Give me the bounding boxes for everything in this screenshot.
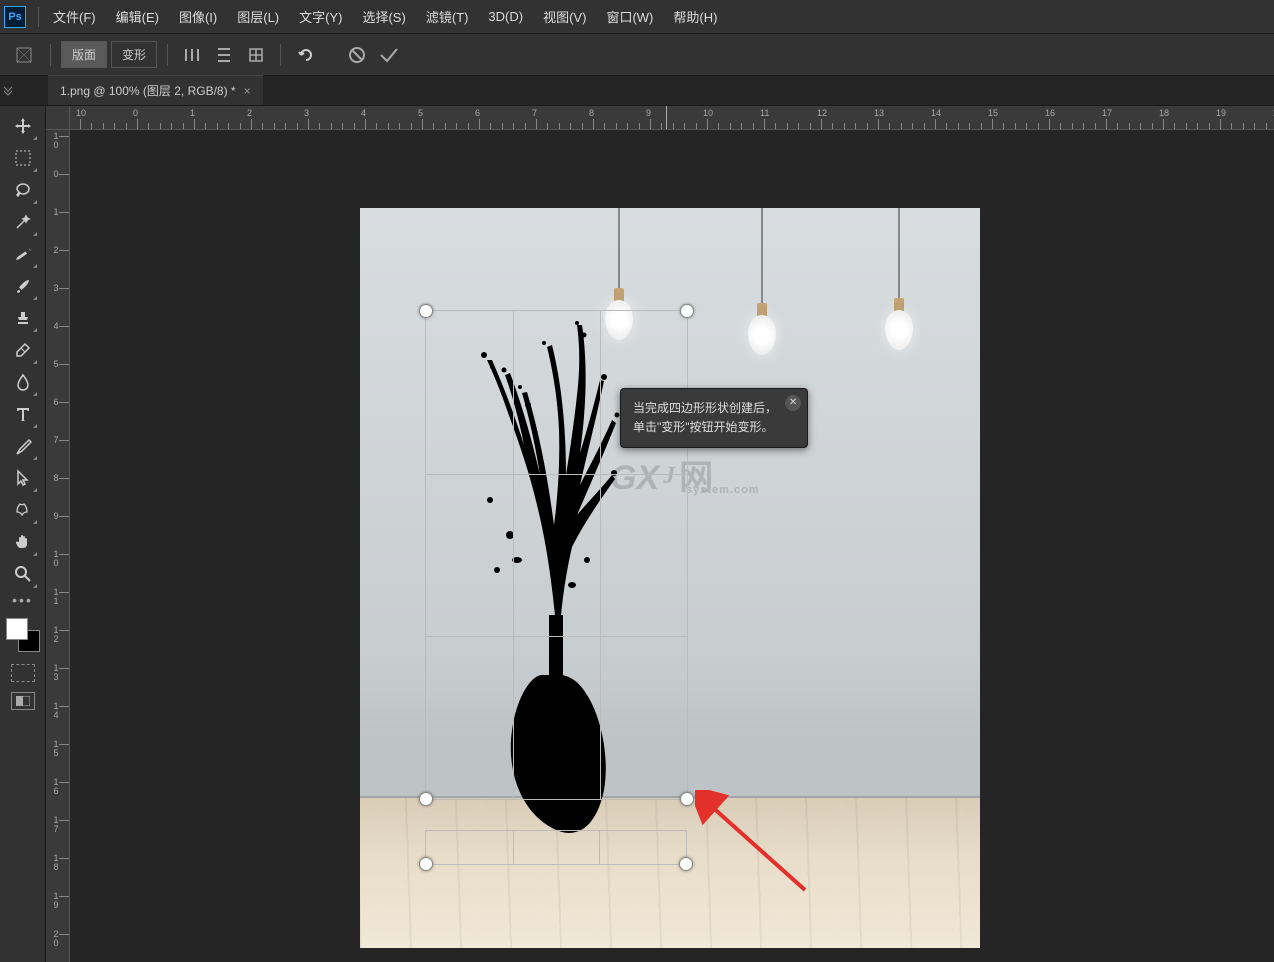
document-tab[interactable]: 1.png @ 100% (图层 2, RGB/8) * × xyxy=(48,75,263,105)
menu-help[interactable]: 帮助(H) xyxy=(663,0,727,34)
ruler-horizontal[interactable]: 1001234567891011121314151617181920212223… xyxy=(70,106,1274,130)
pendant-lamp xyxy=(885,208,913,350)
undo-icon[interactable] xyxy=(291,41,319,69)
eyedropper-tool[interactable] xyxy=(7,238,39,270)
magic-wand-tool[interactable] xyxy=(7,206,39,238)
type-tool[interactable] xyxy=(7,398,39,430)
eraser-tool[interactable] xyxy=(7,334,39,366)
move-tool[interactable] xyxy=(7,110,39,142)
annotation-arrow xyxy=(695,790,825,910)
transform-handle-tl[interactable] xyxy=(419,304,433,318)
menu-image[interactable]: 图像(I) xyxy=(169,0,227,34)
options-bar: 版面 变形 xyxy=(0,34,1274,76)
cancel-transform-icon[interactable] xyxy=(343,41,371,69)
menu-filter[interactable]: 滤镜(T) xyxy=(416,0,479,34)
color-swatches[interactable] xyxy=(6,618,40,652)
edit-toolbar-icon[interactable]: ••• xyxy=(7,590,39,610)
tool-preset-icon[interactable] xyxy=(8,41,40,69)
document-tab-title: 1.png @ 100% (图层 2, RGB/8) * xyxy=(60,82,236,99)
path-selection-tool[interactable] xyxy=(7,462,39,494)
toolbox: ••• xyxy=(0,106,46,962)
canvas-container: 1001234567891011121314151617181920212223… xyxy=(46,106,1274,962)
menu-type[interactable]: 文字(Y) xyxy=(289,0,352,34)
app-logo: Ps xyxy=(4,6,26,28)
transform-handle-br2[interactable] xyxy=(679,857,693,871)
menu-window[interactable]: 窗口(W) xyxy=(596,0,663,34)
quickmask-toggle[interactable] xyxy=(11,664,35,682)
blur-tool[interactable] xyxy=(7,366,39,398)
divider xyxy=(50,44,51,66)
ruler-origin[interactable] xyxy=(46,106,70,130)
transform-handle-bl[interactable] xyxy=(419,792,433,806)
commit-transform-icon[interactable] xyxy=(375,41,403,69)
menu-edit[interactable]: 编辑(E) xyxy=(106,0,169,34)
split-grid-icon[interactable] xyxy=(242,41,270,69)
zoom-tool[interactable] xyxy=(7,558,39,590)
transform-handle-tr[interactable] xyxy=(680,304,694,318)
screen-mode-toggle[interactable] xyxy=(11,692,35,710)
shape-tool[interactable] xyxy=(7,494,39,526)
menu-3d[interactable]: 3D(D) xyxy=(478,0,533,34)
split-horizontal-icon[interactable] xyxy=(210,41,238,69)
transform-bounding-box-lower[interactable] xyxy=(425,830,687,865)
menu-file[interactable]: 文件(F) xyxy=(43,0,106,34)
menu-layer[interactable]: 图层(L) xyxy=(227,0,289,34)
transform-handle-br[interactable] xyxy=(680,792,694,806)
menu-select[interactable]: 选择(S) xyxy=(352,0,415,34)
brush-tool[interactable] xyxy=(7,270,39,302)
transform-bounding-box[interactable] xyxy=(425,310,688,800)
hint-tooltip: ✕ 当完成四边形形状创建后， 单击"变形"按钮开始变形。 xyxy=(620,388,808,448)
menu-view[interactable]: 视图(V) xyxy=(533,0,596,34)
divider xyxy=(167,44,168,66)
document-tabbar: 1.png @ 100% (图层 2, RGB/8) * × xyxy=(0,76,1274,106)
pen-tool[interactable] xyxy=(7,430,39,462)
lasso-tool[interactable] xyxy=(7,174,39,206)
menubar: Ps 文件(F) 编辑(E) 图像(I) 图层(L) 文字(Y) 选择(S) 滤… xyxy=(0,0,1274,34)
divider xyxy=(38,7,39,27)
wm-sub: system.com xyxy=(686,484,760,496)
marquee-tool[interactable] xyxy=(7,142,39,174)
stamp-tool[interactable] xyxy=(7,302,39,334)
ruler-vertical[interactable]: 1001234567891011121314151617181920212223… xyxy=(46,130,70,962)
warp-mode-button[interactable]: 变形 xyxy=(111,41,157,68)
pendant-lamp xyxy=(748,208,776,355)
foreground-color[interactable] xyxy=(6,618,28,640)
close-icon[interactable]: ✕ xyxy=(785,395,801,411)
transform-handle-bl2[interactable] xyxy=(419,857,433,871)
divider xyxy=(280,44,281,66)
hand-tool[interactable] xyxy=(7,526,39,558)
panel-collapse-icon[interactable] xyxy=(0,76,16,106)
split-vertical-icon[interactable] xyxy=(178,41,206,69)
layout-mode-button[interactable]: 版面 xyxy=(61,41,107,68)
tooltip-line1: 当完成四边形形状创建后， xyxy=(633,399,777,418)
tooltip-line2: 单击"变形"按钮开始变形。 xyxy=(633,418,777,437)
close-tab-icon[interactable]: × xyxy=(244,84,251,98)
canvas-viewport[interactable]: GX J 网 system.com xyxy=(70,130,1274,962)
workspace: ••• 100123456789101112131415161718192021… xyxy=(0,106,1274,962)
